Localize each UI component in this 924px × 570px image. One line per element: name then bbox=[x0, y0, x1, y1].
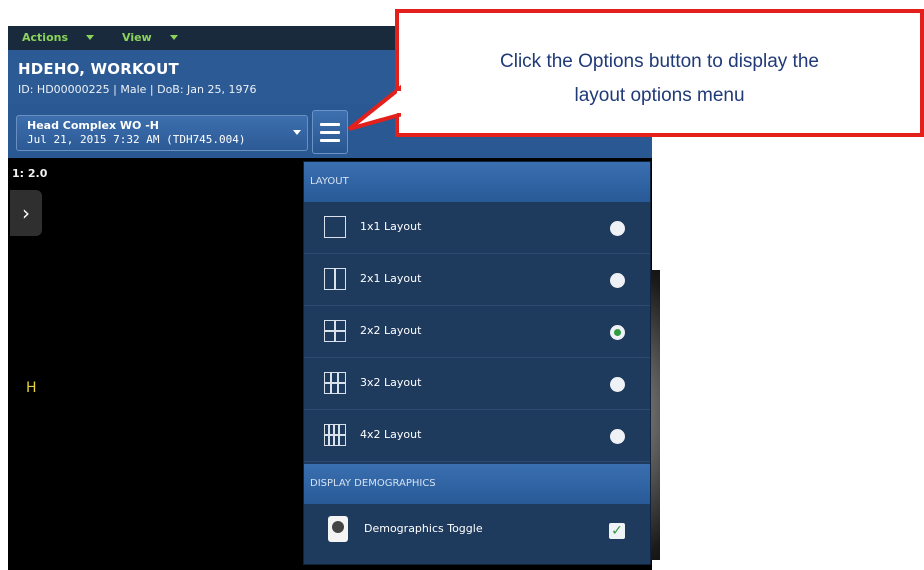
layout-section-header: LAYOUT bbox=[304, 162, 650, 202]
actions-menu[interactable]: Actions bbox=[22, 31, 94, 44]
checkmark-icon: ✓ bbox=[611, 523, 623, 539]
orientation-marker: H bbox=[26, 380, 37, 396]
demographics-section-header: DISPLAY DEMOGRAPHICS bbox=[304, 464, 650, 504]
layout-radio[interactable] bbox=[610, 273, 625, 288]
view-menu[interactable]: View bbox=[122, 31, 178, 44]
layout-option-label: 2x1 Layout bbox=[360, 272, 422, 285]
layout-4x2-icon bbox=[324, 424, 346, 446]
demographics-checkbox[interactable]: ✓ bbox=[609, 523, 625, 539]
callout-pointer-join bbox=[397, 91, 403, 113]
layout-2x2-icon bbox=[324, 320, 346, 342]
layout-radio[interactable] bbox=[610, 221, 625, 236]
study-dropdown[interactable]: Head Complex WO -H Jul 21, 2015 7:32 AM … bbox=[16, 115, 308, 151]
instruction-callout: Click the Options button to display the … bbox=[395, 9, 924, 137]
layout-option-1x1[interactable]: 1x1 Layout bbox=[304, 202, 650, 254]
chevron-right-icon: › bbox=[22, 201, 30, 225]
layout-3x2-icon bbox=[324, 372, 346, 394]
chevron-down-icon bbox=[86, 35, 94, 40]
layout-option-2x2[interactable]: 2x2 Layout bbox=[304, 306, 650, 358]
demographics-toggle-label: Demographics Toggle bbox=[364, 522, 483, 535]
layout-option-4x2[interactable]: 4x2 Layout bbox=[304, 410, 650, 462]
callout-line-1: Click the Options button to display the bbox=[500, 51, 819, 72]
layout-radio-selected[interactable] bbox=[610, 325, 625, 340]
layout-option-label: 2x2 Layout bbox=[360, 324, 422, 337]
zoom-level: 1: 2.0 bbox=[12, 167, 48, 180]
patient-info: ID: HD00000225 | Male | DoB: Jan 25, 197… bbox=[18, 83, 257, 96]
layout-option-3x2[interactable]: 3x2 Layout bbox=[304, 358, 650, 410]
chevron-down-icon bbox=[169, 35, 178, 40]
layout-1x1-icon bbox=[324, 216, 346, 238]
chevron-down-icon bbox=[293, 130, 301, 135]
demographics-icon bbox=[328, 516, 348, 542]
demographics-toggle-option[interactable]: Demographics Toggle ✓ bbox=[304, 504, 650, 556]
layout-options-menu: LAYOUT 1x1 Layout 2x1 Layout 2x2 Layout … bbox=[303, 161, 651, 565]
callout-pointer bbox=[347, 85, 403, 131]
layout-option-label: 1x1 Layout bbox=[360, 220, 422, 233]
expand-panel-button[interactable]: › bbox=[10, 190, 42, 236]
options-button[interactable] bbox=[312, 110, 348, 154]
callout-line-2: layout options menu bbox=[574, 85, 745, 106]
view-menu-label: View bbox=[122, 31, 152, 44]
layout-radio[interactable] bbox=[610, 377, 625, 392]
actions-menu-label: Actions bbox=[22, 31, 68, 44]
study-date: Jul 21, 2015 7:32 AM (TDH745.004) bbox=[27, 133, 246, 146]
layout-radio[interactable] bbox=[610, 429, 625, 444]
layout-2x1-icon bbox=[324, 268, 346, 290]
patient-name: HDEHO, WORKOUT bbox=[18, 60, 179, 78]
hamburger-icon bbox=[320, 123, 340, 126]
hamburger-icon-bar bbox=[320, 139, 340, 142]
hamburger-icon-bar bbox=[320, 131, 340, 134]
callout-pointer-shape bbox=[347, 85, 401, 131]
callout-text: Click the Options button to display the … bbox=[399, 45, 920, 113]
layout-option-label: 4x2 Layout bbox=[360, 428, 422, 441]
layout-option-2x1[interactable]: 2x1 Layout bbox=[304, 254, 650, 306]
study-name: Head Complex WO -H bbox=[27, 119, 159, 132]
layout-option-label: 3x2 Layout bbox=[360, 376, 422, 389]
